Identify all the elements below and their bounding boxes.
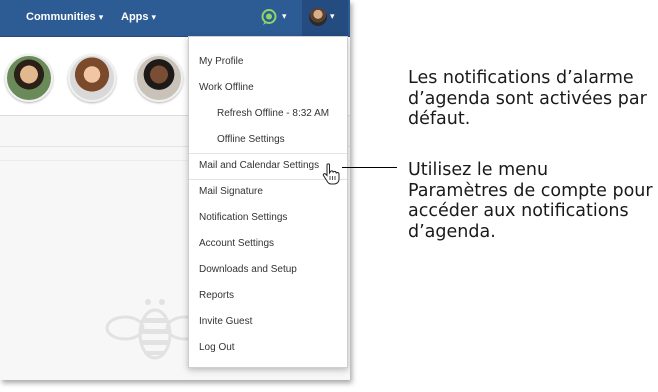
callout-alarm-default: Les notifications d’alarme d’agenda sont…: [408, 68, 647, 129]
menu-item-reports[interactable]: Reports: [199, 290, 234, 301]
callout-leader-line: [342, 167, 397, 168]
menu-item-my-profile[interactable]: My Profile: [199, 56, 243, 67]
nav-apps-label: Apps: [121, 11, 149, 23]
person-avatar[interactable]: [68, 54, 116, 102]
menu-item-refresh-offline[interactable]: Refresh Offline - 8:32 AM: [217, 108, 329, 119]
menu-divider: [189, 153, 347, 154]
user-avatar-icon: [309, 8, 327, 26]
callout-account-settings: Utilisez le menu Paramètres de compte po…: [408, 160, 653, 242]
nav-apps[interactable]: Apps ▾: [121, 11, 156, 23]
menu-item-notification-settings[interactable]: Notification Settings: [199, 212, 287, 223]
menu-item-work-offline[interactable]: Work Offline: [199, 82, 254, 93]
chat-status-icon[interactable]: [260, 8, 278, 26]
hand-cursor-icon: [322, 163, 340, 185]
user-menu-button[interactable]: ▾: [302, 0, 348, 36]
menu-item-mail-signature[interactable]: Mail Signature: [199, 186, 263, 197]
person-avatar[interactable]: [5, 54, 53, 102]
chevron-down-icon: ▾: [98, 12, 104, 22]
chevron-down-icon[interactable]: ▾: [282, 11, 287, 22]
chevron-down-icon: ▾: [151, 12, 157, 22]
menu-item-mail-calendar-settings[interactable]: Mail and Calendar Settings: [199, 160, 319, 171]
menu-item-log-out[interactable]: Log Out: [199, 342, 235, 353]
person-avatar[interactable]: [135, 54, 183, 102]
menu-item-downloads-setup[interactable]: Downloads and Setup: [199, 264, 297, 275]
nav-communities[interactable]: Communities ▾: [26, 11, 103, 23]
app-screenshot: Communities ▾ Apps ▾ ▾ ▾ My Profile Work…: [0, 0, 350, 380]
account-dropdown-menu: My Profile Work Offline Refresh Offline …: [188, 36, 348, 368]
menu-item-offline-settings[interactable]: Offline Settings: [217, 134, 285, 145]
chevron-down-icon: ▾: [330, 11, 335, 21]
nav-communities-label: Communities: [26, 11, 96, 23]
top-navigation-bar: Communities ▾ Apps ▾ ▾ ▾: [0, 0, 350, 37]
menu-item-invite-guest[interactable]: Invite Guest: [199, 316, 252, 327]
menu-item-account-settings[interactable]: Account Settings: [199, 238, 274, 249]
